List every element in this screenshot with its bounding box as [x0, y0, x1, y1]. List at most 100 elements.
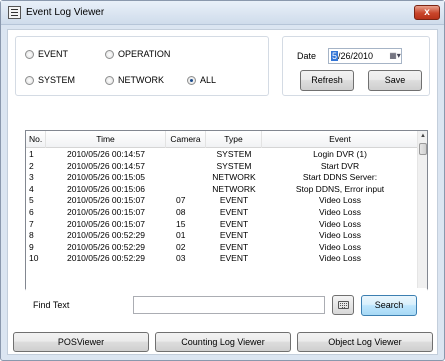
cell-type: EVENT	[219, 218, 249, 229]
cell-event: Video Loss	[319, 241, 361, 252]
cell-event: Video Loss	[319, 253, 361, 264]
table-row[interactable]: 6 2010/05/26 00:15:07 08 EVENT Video Loss	[26, 207, 418, 219]
refresh-button[interactable]: Refresh	[300, 70, 354, 91]
virtual-keyboard-button[interactable]	[332, 295, 354, 315]
radio-dot	[25, 75, 34, 85]
date-month-segment[interactable]: 5	[331, 51, 339, 61]
cell-time: 2010/05/26 00:15:07	[67, 206, 145, 217]
table-row[interactable]: 5 2010/05/26 00:15:07 07 EVENT Video Loss	[26, 195, 418, 207]
cell-event: Video Loss	[319, 195, 361, 206]
cell-type: EVENT	[219, 195, 249, 206]
cell-time: 2010/05/26 00:15:05	[67, 172, 145, 183]
column-header-no[interactable]: No.	[26, 131, 46, 148]
cell-type: EVENT	[219, 241, 249, 252]
table-row[interactable]: 3 2010/05/26 00:15:05 NETWORK Start DDNS Se…	[26, 172, 418, 184]
cell-time: 2010/05/26 00:15:07	[67, 195, 145, 206]
radio-label: SYSTEM	[38, 75, 76, 85]
cell-event: Start DVR	[320, 160, 360, 171]
cell-event: Start DDNS Server:	[302, 172, 378, 183]
cell-type: SYSTEM	[216, 149, 252, 159]
table-row[interactable]: 9 2010/05/26 00:52:29 02 EVENT Video Loss	[26, 242, 418, 254]
find-group: Find Text Search	[25, 288, 428, 324]
find-text-input[interactable]	[133, 296, 325, 314]
cell-time: 2010/05/26 00:14:57	[67, 149, 145, 159]
client-area: EVENT OPERATION SYSTEM NETWORK ALL Date	[7, 29, 438, 355]
search-button[interactable]: Search	[361, 295, 417, 316]
column-header-event[interactable]: Event	[262, 131, 418, 148]
cell-event: Video Loss	[319, 206, 361, 217]
cell-no: 6	[29, 206, 34, 217]
radio-dot-checked	[187, 75, 196, 85]
event-log-table[interactable]: No. Time Camera Type Event 1 2010/05/26 0…	[25, 130, 428, 308]
cell-camera: 08	[176, 206, 186, 217]
cell-no: 8	[29, 230, 34, 241]
cell-event: Login DVR (1)	[313, 149, 367, 159]
table-header: No. Time Camera Type Event	[26, 131, 418, 148]
table-row[interactable]: 1 2010/05/26 00:14:57 SYSTEM Login DVR (1)	[26, 149, 418, 161]
cell-type: SYSTEM	[216, 160, 252, 171]
radio-label: EVENT	[38, 49, 69, 59]
column-header-camera[interactable]: Camera	[166, 131, 206, 148]
table-body: 1 2010/05/26 00:14:57 SYSTEM Login DVR (1) 2…	[26, 149, 418, 265]
radio-network[interactable]: NETWORK	[105, 74, 164, 86]
radio-all[interactable]: ALL	[187, 74, 216, 86]
cell-no: 9	[29, 241, 34, 252]
cell-event: Video Loss	[319, 218, 361, 229]
scroll-up-icon[interactable]: ▲	[418, 131, 427, 141]
cell-camera: 02	[176, 241, 186, 252]
cell-type: EVENT	[219, 206, 249, 217]
event-log-window: Event Log Viewer x EVENT OPERATION SYSTE…	[0, 0, 445, 361]
title-bar[interactable]: Event Log Viewer x	[1, 1, 444, 25]
radio-system[interactable]: SYSTEM	[25, 74, 75, 86]
radio-dot	[25, 49, 34, 59]
cell-camera: 01	[176, 230, 186, 241]
radio-label: OPERATION	[118, 49, 171, 59]
cell-no: 5	[29, 195, 34, 206]
cell-no: 7	[29, 218, 34, 229]
close-button[interactable]: x	[414, 5, 440, 20]
vertical-scrollbar[interactable]: ▲ ▼	[417, 131, 427, 297]
table-row[interactable]: 2 2010/05/26 00:14:57 SYSTEM Start DVR	[26, 161, 418, 173]
cell-time: 2010/05/26 00:14:57	[67, 160, 145, 171]
column-header-type[interactable]: Type	[206, 131, 262, 148]
cell-no: 2	[29, 160, 34, 171]
object-log-viewer-button[interactable]: Object Log Viewer	[297, 332, 433, 352]
radio-dot	[105, 49, 114, 59]
log-type-filter-group: EVENT OPERATION SYSTEM NETWORK ALL	[15, 36, 269, 96]
cell-camera: 03	[176, 253, 186, 264]
cell-type: NETWORK	[212, 183, 256, 194]
date-group: Date 5/26/2010 ▦▾ Refresh Save	[282, 36, 430, 96]
window-title: Event Log Viewer	[26, 7, 105, 18]
radio-dot	[105, 75, 114, 85]
table-row[interactable]: 10 2010/05/26 00:52:29 03 EVENT Video Loss	[26, 253, 418, 265]
cell-type: EVENT	[219, 253, 249, 264]
cell-time: 2010/05/26 00:52:29	[67, 230, 145, 241]
keyboard-icon	[338, 301, 349, 309]
find-text-label: Find Text	[33, 300, 70, 310]
cell-camera: 07	[176, 195, 186, 206]
cell-no: 1	[29, 149, 34, 159]
cell-no: 3	[29, 172, 34, 183]
scroll-thumb[interactable]	[419, 143, 427, 155]
pos-viewer-button[interactable]: POSViewer	[13, 332, 149, 352]
radio-label: ALL	[200, 75, 217, 85]
table-row[interactable]: 7 2010/05/26 00:15:07 15 EVENT Video Loss	[26, 219, 418, 231]
cell-event: Video Loss	[319, 230, 361, 241]
radio-operation[interactable]: OPERATION	[105, 48, 170, 60]
table-row[interactable]: 8 2010/05/26 00:52:29 01 EVENT Video Loss	[26, 230, 418, 242]
save-button[interactable]: Save	[368, 70, 422, 91]
counting-log-viewer-button[interactable]: Counting Log Viewer	[155, 332, 291, 352]
table-row[interactable]: 4 2010/05/26 00:15:06 NETWORK Stop DDNS, Er…	[26, 184, 418, 196]
list-icon	[8, 6, 21, 19]
cell-time: 2010/05/26 00:52:29	[67, 241, 145, 252]
cell-time: 2010/05/26 00:52:29	[67, 253, 145, 264]
radio-label: NETWORK	[118, 75, 164, 85]
cell-time: 2010/05/26 00:15:07	[67, 218, 145, 229]
cell-type: NETWORK	[212, 172, 256, 183]
cell-no: 10	[29, 253, 39, 264]
radio-event[interactable]: EVENT	[25, 48, 68, 60]
date-rest: /26/2010	[338, 51, 374, 61]
cell-no: 4	[29, 183, 34, 194]
column-header-time[interactable]: Time	[46, 131, 166, 148]
calendar-dropdown-icon[interactable]: ▦▾	[389, 49, 401, 63]
